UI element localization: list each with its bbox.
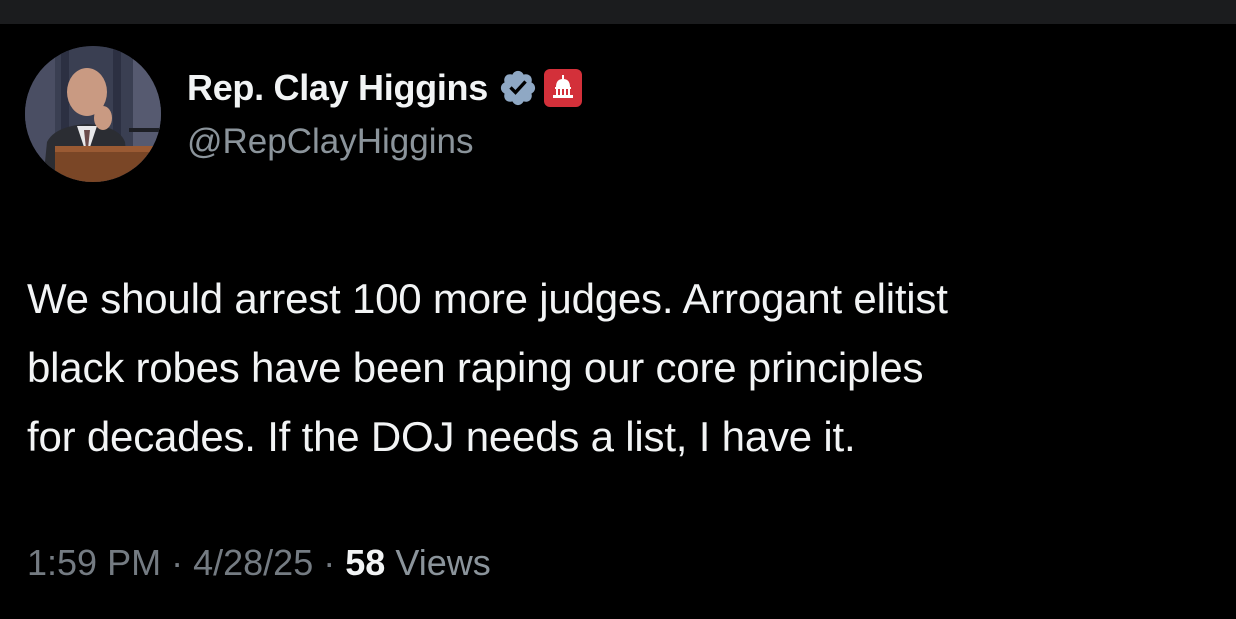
verified-badge-icon[interactable]: [498, 68, 538, 108]
capitol-dome-icon[interactable]: [543, 69, 582, 107]
tweet-time[interactable]: 1:59 PM: [27, 542, 161, 583]
tweet-body: We should arrest 100 more judges. Arroga…: [27, 264, 1207, 471]
author-name[interactable]: Rep. Clay Higgins: [187, 67, 488, 109]
avatar[interactable]: [25, 46, 161, 182]
views-count[interactable]: 58: [345, 542, 385, 583]
meta-separator: ·: [323, 542, 336, 583]
views-label: Views: [395, 542, 491, 583]
avatar-image: [25, 46, 161, 182]
tweet-meta: 1:59 PM · 4/28/25 · 58 Views: [27, 542, 491, 584]
author-row: Rep. Clay Higgins: [187, 66, 582, 110]
tweet-text-line: for decades. If the DOJ needs a list, I …: [27, 413, 856, 460]
meta-separator: ·: [171, 542, 184, 583]
tweet-text-line: black robes have been raping our core pr…: [27, 344, 924, 391]
author-handle[interactable]: @RepClayHiggins: [187, 122, 473, 162]
tweet-text-line: We should arrest 100 more judges. Arroga…: [27, 275, 948, 322]
tweet-card: Rep. Clay Higgins @RepClayHiggins We sho…: [0, 24, 1236, 619]
top-bar: [0, 0, 1236, 24]
tweet-date[interactable]: 4/28/25: [193, 542, 313, 583]
